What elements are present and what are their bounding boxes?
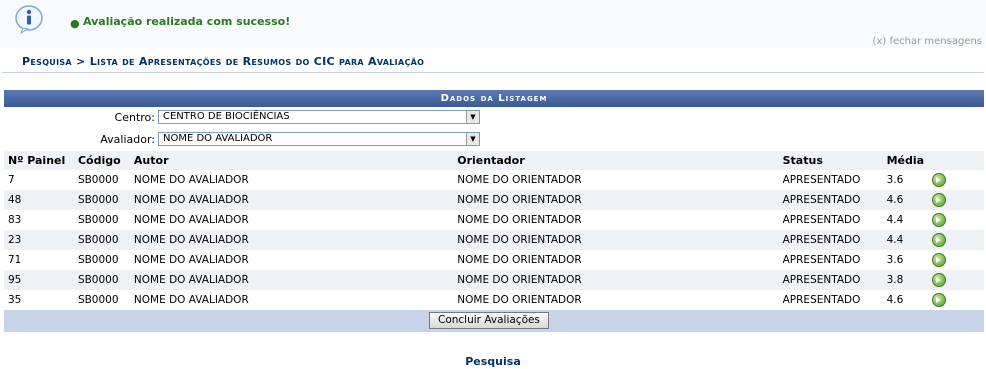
action-cell bbox=[928, 230, 984, 250]
codigo-cell: SB0000 bbox=[73, 190, 130, 210]
orientador-cell: NOME DO ORIENTADOR bbox=[453, 230, 779, 250]
codigo-cell: SB0000 bbox=[73, 250, 130, 270]
codigo-cell: SB0000 bbox=[73, 270, 130, 290]
table-row: 35 SB0000 NOME DO AVALIADOR NOME DO ORIENTA… bbox=[4, 290, 984, 310]
codigo-cell: SB0000 bbox=[73, 170, 130, 190]
painel-cell: 83 bbox=[4, 210, 74, 230]
success-message: Avaliação realizada com sucesso! bbox=[83, 15, 291, 28]
orientador-cell: NOME DO ORIENTADOR bbox=[453, 190, 779, 210]
orientador-cell: NOME DO ORIENTADOR bbox=[453, 290, 779, 310]
autor-cell: NOME DO AVALIADOR bbox=[129, 250, 454, 270]
col-header-orientador: Orientador bbox=[453, 151, 779, 170]
action-cell bbox=[928, 210, 984, 230]
painel-cell: 35 bbox=[4, 290, 74, 310]
green-arrow-icon[interactable] bbox=[932, 233, 947, 247]
green-arrow-icon[interactable] bbox=[932, 273, 947, 287]
media-cell: 3.6 bbox=[882, 170, 929, 190]
green-arrow-icon[interactable] bbox=[932, 213, 947, 227]
media-cell: 4.6 bbox=[882, 190, 929, 210]
orientador-cell: NOME DO ORIENTADOR bbox=[453, 250, 779, 270]
painel-cell: 71 bbox=[4, 250, 74, 270]
breadcrumb-divider bbox=[2, 72, 984, 73]
codigo-cell: SB0000 bbox=[73, 210, 130, 230]
green-arrow-icon[interactable] bbox=[932, 253, 947, 267]
media-cell: 3.8 bbox=[882, 270, 929, 290]
orientador-cell: NOME DO ORIENTADOR bbox=[453, 270, 779, 290]
panel-title: Dados da Listagem bbox=[4, 90, 984, 107]
green-arrow-icon[interactable] bbox=[932, 293, 947, 307]
media-cell: 3.6 bbox=[882, 250, 929, 270]
autor-cell: NOME DO AVALIADOR bbox=[129, 170, 454, 190]
painel-cell: 23 bbox=[4, 230, 74, 250]
form-footer: Concluir Avaliações bbox=[4, 310, 984, 332]
table-row: 23 SB0000 NOME DO AVALIADOR NOME DO ORIENTA… bbox=[4, 230, 984, 250]
breadcrumb: Pesquisa > Lista de Apresentações de Res… bbox=[22, 55, 425, 68]
media-cell: 4.4 bbox=[882, 210, 929, 230]
chevron-down-icon: ▼ bbox=[466, 111, 479, 123]
col-header-action bbox=[928, 151, 984, 170]
centro-select-value: CENTRO DE BIOCIÊNCIAS bbox=[163, 111, 290, 122]
status-cell: APRESENTADO bbox=[778, 270, 883, 290]
avaliador-select[interactable]: NOME DO AVALIADOR ▼ bbox=[158, 132, 480, 146]
action-cell bbox=[928, 190, 984, 210]
avaliador-row: Avaliador: NOME DO AVALIADOR ▼ bbox=[4, 129, 984, 151]
col-header-autor: Autor bbox=[129, 151, 454, 170]
table-header-row: Nº Painel Código Autor Orientador Status… bbox=[4, 151, 984, 170]
action-cell bbox=[928, 170, 984, 190]
listing-panel: Dados da Listagem Centro: CENTRO DE BIOC… bbox=[4, 90, 984, 332]
table-row: 48 SB0000 NOME DO AVALIADOR NOME DO ORIENTA… bbox=[4, 190, 984, 210]
orientador-cell: NOME DO ORIENTADOR bbox=[453, 210, 779, 230]
message-bar: ● Avaliação realizada com sucesso! (x) f… bbox=[0, 0, 986, 48]
avaliador-label: Avaliador: bbox=[100, 133, 155, 146]
col-header-painel: Nº Painel bbox=[4, 151, 74, 170]
table-row: 95 SB0000 NOME DO AVALIADOR NOME DO ORIENTA… bbox=[4, 270, 984, 290]
autor-cell: NOME DO AVALIADOR bbox=[129, 210, 454, 230]
painel-cell: 7 bbox=[4, 170, 74, 190]
chevron-down-icon: ▼ bbox=[466, 133, 479, 145]
centro-row: Centro: CENTRO DE BIOCIÊNCIAS ▼ bbox=[4, 107, 984, 129]
col-header-media: Média bbox=[882, 151, 929, 170]
table-row: 71 SB0000 NOME DO AVALIADOR NOME DO ORIENTA… bbox=[4, 250, 984, 270]
action-cell bbox=[928, 290, 984, 310]
table-row: 83 SB0000 NOME DO AVALIADOR NOME DO ORIENTA… bbox=[4, 210, 984, 230]
painel-cell: 95 bbox=[4, 270, 74, 290]
status-cell: APRESENTADO bbox=[778, 190, 883, 210]
autor-cell: NOME DO AVALIADOR bbox=[129, 290, 454, 310]
col-header-status: Status bbox=[778, 151, 883, 170]
codigo-cell: SB0000 bbox=[73, 290, 130, 310]
col-header-codigo: Código bbox=[73, 151, 130, 170]
info-icon bbox=[15, 5, 43, 34]
table-row: 7 SB0000 NOME DO AVALIADOR NOME DO ORIENTAD… bbox=[4, 170, 984, 190]
status-cell: APRESENTADO bbox=[778, 250, 883, 270]
avaliador-select-value: NOME DO AVALIADOR bbox=[163, 133, 273, 144]
media-cell: 4.6 bbox=[882, 290, 929, 310]
centro-select[interactable]: CENTRO DE BIOCIÊNCIAS ▼ bbox=[158, 110, 480, 124]
action-cell bbox=[928, 270, 984, 290]
green-arrow-icon[interactable] bbox=[932, 193, 947, 207]
concluir-avaliacoes-button[interactable]: Concluir Avaliações bbox=[429, 312, 549, 329]
status-cell: APRESENTADO bbox=[778, 290, 883, 310]
status-cell: APRESENTADO bbox=[778, 170, 883, 190]
pesquisa-link[interactable]: Pesquisa bbox=[0, 355, 986, 368]
painel-cell: 48 bbox=[4, 190, 74, 210]
status-cell: APRESENTADO bbox=[778, 230, 883, 250]
green-arrow-icon[interactable] bbox=[932, 173, 947, 187]
autor-cell: NOME DO AVALIADOR bbox=[129, 270, 454, 290]
close-messages-link[interactable]: (x) fechar mensagens bbox=[873, 36, 982, 47]
media-cell: 4.4 bbox=[882, 230, 929, 250]
codigo-cell: SB0000 bbox=[73, 230, 130, 250]
message-bullet: ● bbox=[70, 17, 80, 30]
centro-label: Centro: bbox=[114, 111, 155, 124]
orientador-cell: NOME DO ORIENTADOR bbox=[453, 170, 779, 190]
autor-cell: NOME DO AVALIADOR bbox=[129, 230, 454, 250]
presentations-table: Nº Painel Código Autor Orientador Status… bbox=[4, 151, 984, 310]
action-cell bbox=[928, 250, 984, 270]
status-cell: APRESENTADO bbox=[778, 210, 883, 230]
autor-cell: NOME DO AVALIADOR bbox=[129, 190, 454, 210]
